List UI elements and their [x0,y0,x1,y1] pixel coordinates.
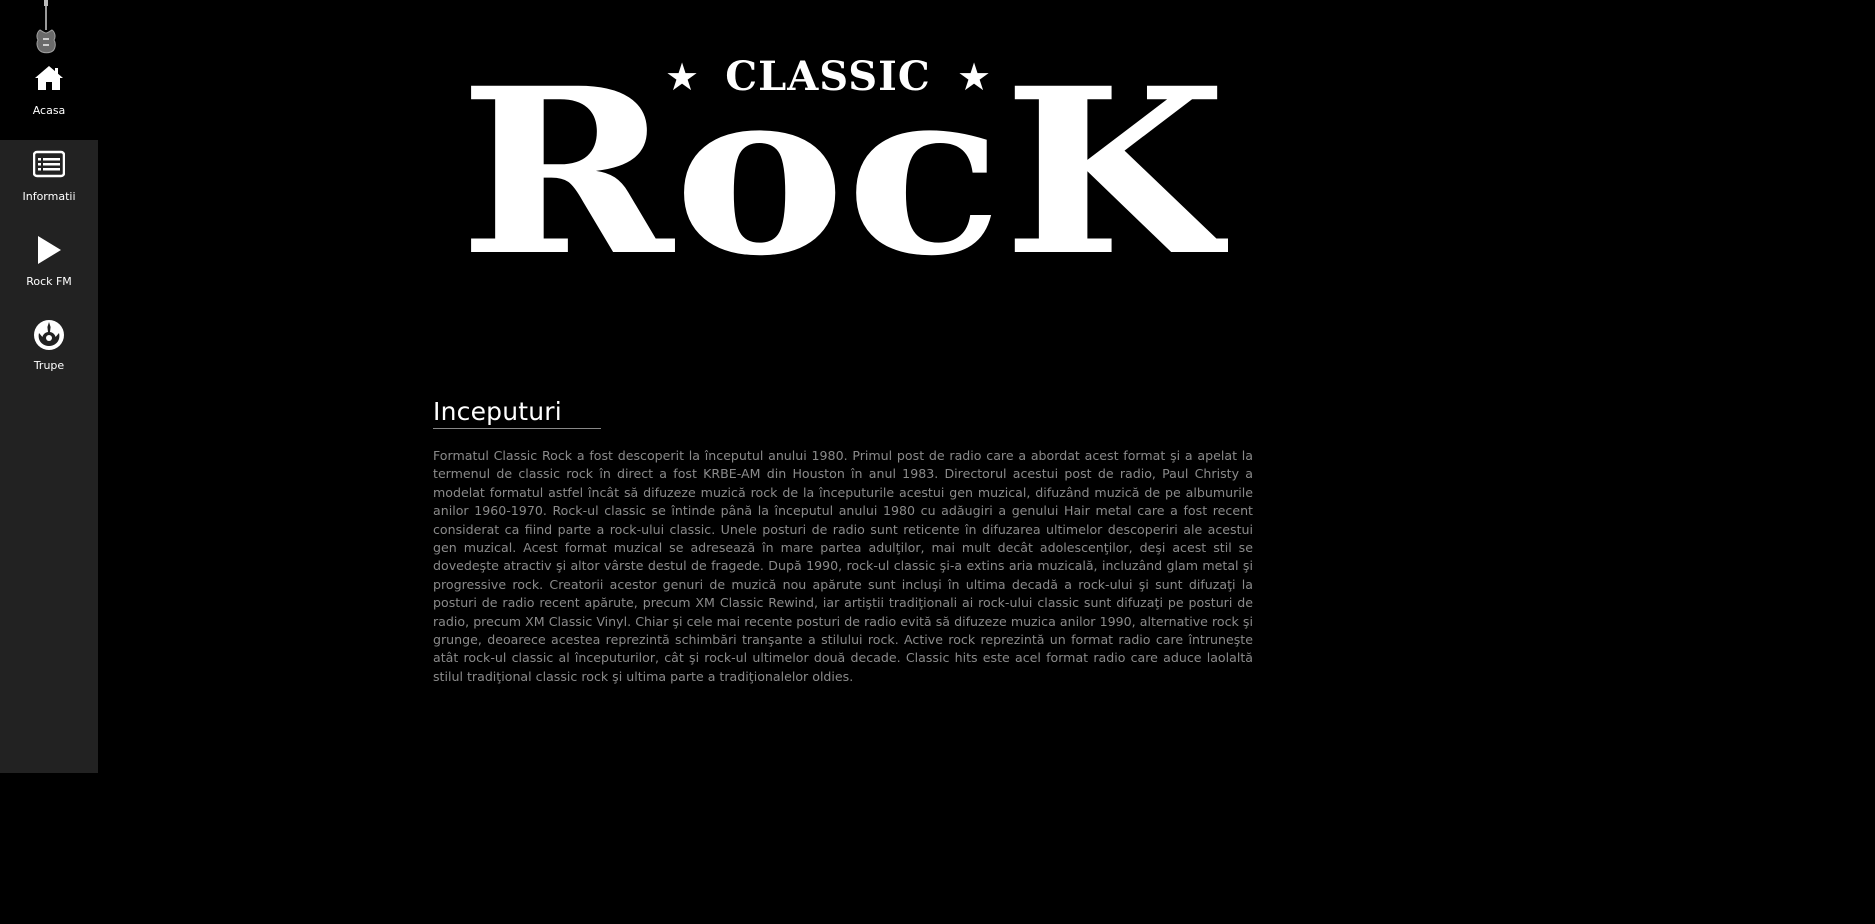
home-icon [0,64,98,98]
section-title: Inceputuri [433,396,562,426]
sidebar-item-label: Informatii [22,190,76,203]
history-paragraph: Formatul Classic Rock a fost descoperit … [433,448,1253,684]
sidebar-item-informatii[interactable]: Informatii [0,150,98,228]
sidebar-item-trupe[interactable]: Trupe [0,319,98,397]
title-divider [433,428,601,429]
sidebar: Acasa Informatii Rock FM Trupe [0,0,98,773]
sidebar-item-label: Trupe [33,359,65,372]
play-icon [0,235,98,269]
list-icon [0,150,98,184]
sidebar-item-label: Acasa [32,104,66,117]
logo-large-text: RocK [459,54,1228,259]
sidebar-item-acasa[interactable]: Acasa [0,64,98,142]
electric-guitar-icon[interactable] [34,0,58,54]
sidebar-item-label: Rock FM [26,275,72,288]
sidebar-item-rock-fm[interactable]: Rock FM [0,235,98,313]
rebel-alliance-icon [0,319,98,353]
classic-rock-logo: ★ ★ CLASSIC RocK [458,54,1228,259]
